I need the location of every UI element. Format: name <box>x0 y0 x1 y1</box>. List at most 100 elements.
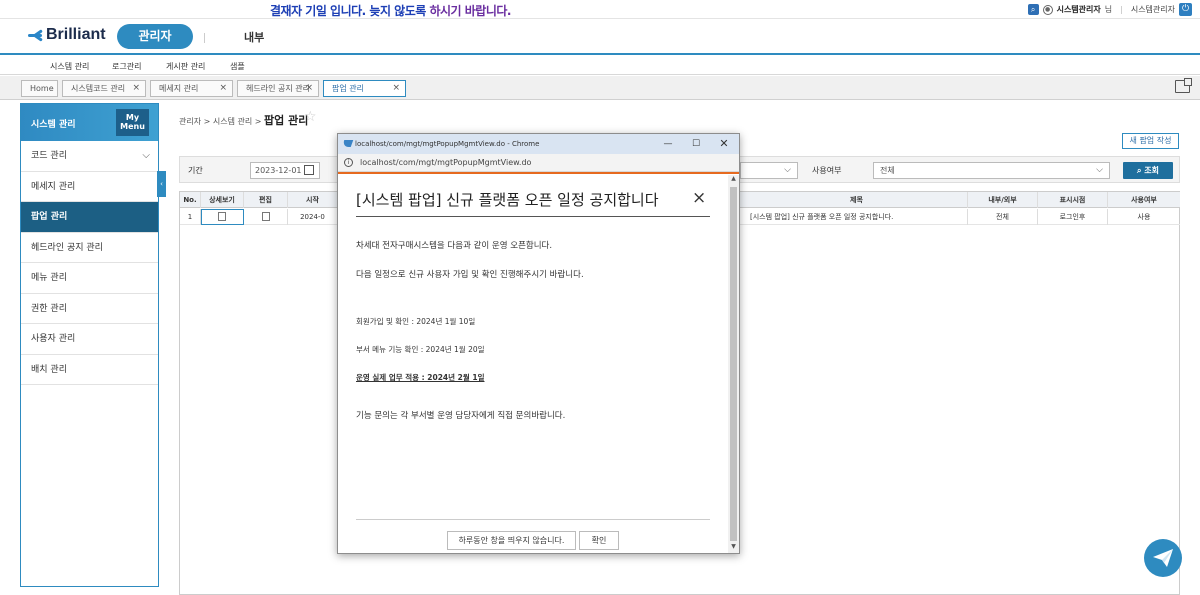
popup-line-3: 회원가입 및 확인 : 2024년 1월 10일 <box>356 317 476 326</box>
chevron-down-icon: ⌵ <box>142 150 150 161</box>
sidebar-item-popup[interactable]: 팝업 관리 <box>21 202 158 233</box>
gnb-tab-internal[interactable]: 내부 <box>244 29 264 45</box>
popup-content: [시스템 팝업] 신규 플랫폼 오픈 일정 공지합니다 × 차세대 전자구매시스… <box>338 175 729 553</box>
sidebar-collapse-handle[interactable]: ‹ <box>157 171 166 197</box>
sidebar-item-message[interactable]: 메세지 관리 <box>21 172 158 202</box>
calendar-icon[interactable] <box>304 165 314 175</box>
submenu-bar: 시스템 관리 로그관리 게시판 관리 샘플 <box>0 57 1200 75</box>
cell-title: [시스템 팝업] 신규 플랫폼 오픈 일정 공지합니다. <box>746 209 968 225</box>
sidebar-item-code[interactable]: 코드 관리 ⌵ <box>21 141 158 172</box>
tab-message[interactable]: 메세지 관리 × <box>150 80 233 97</box>
gnb-divider <box>204 33 205 43</box>
close-icon[interactable]: × <box>305 81 313 96</box>
tab-label: 헤드라인 공지 관리 <box>246 84 310 93</box>
submenu-sample[interactable]: 샘플 <box>230 61 245 72</box>
sidebar-item-auth[interactable]: 권한 관리 <box>21 294 158 324</box>
cell-timing: 로그인후 <box>1038 209 1108 225</box>
notice-part1: 결재자 기일 입니다. 늦지 않도록 <box>270 4 430 18</box>
my-menu-line1: My <box>125 113 140 122</box>
user-icon: ● <box>1042 4 1053 15</box>
confirm-button[interactable]: 확인 <box>579 531 619 550</box>
popup-line-1: 차세대 전자구매시스템을 다음과 같이 운영 오픈합니다. <box>356 241 553 251</box>
tab-label: 시스템코드 관리 <box>71 84 126 93</box>
logo-mark-icon <box>22 27 43 43</box>
cell-scope: 전체 <box>968 209 1038 225</box>
col-scope: 내부/외부 <box>968 192 1038 208</box>
popup-line-5: 운영 실제 업무 적용 : 2024년 2월 1일 <box>356 373 485 382</box>
my-menu-button[interactable]: My Menu <box>116 109 149 136</box>
window-close-icon[interactable]: ✕ <box>710 134 738 154</box>
scroll-up-icon[interactable]: ▲ <box>728 175 739 185</box>
use-select-value: 전체 <box>880 166 895 175</box>
scroll-thumb[interactable] <box>730 187 737 541</box>
search-button-label: 조회 <box>1144 166 1159 175</box>
sidebar-item-label: 메뉴 관리 <box>31 273 67 283</box>
sidebar-title: 시스템 관리 <box>31 120 76 130</box>
period-label: 기간 <box>188 166 203 175</box>
cell-use: 사용 <box>1137 213 1151 221</box>
tab-bar: Home 시스템코드 관리 × 메세지 관리 × 헤드라인 공지 관리 × 팝업 관리… <box>0 76 1200 100</box>
popup-heading: [시스템 팝업] 신규 플랫폼 오픈 일정 공지합니다 <box>356 189 710 217</box>
col-detail: 상세보기 <box>201 192 244 208</box>
sidebar: 시스템 관리 My Menu 코드 관리 ⌵ 메세지 관리 팝업 관리 헤드라인 … <box>20 103 159 587</box>
popup-scrollbar[interactable]: ▲ ▼ <box>728 175 739 553</box>
view-detail-button[interactable] <box>201 209 244 225</box>
logo-text: Brilliant <box>46 26 106 43</box>
top-notice-bar: 결재자 기일 입니다. 늦지 않도록 하시기 바랍니다. ⌕ ● 시스템관리자 … <box>0 0 1200 19</box>
scroll-down-icon[interactable]: ▼ <box>728 543 739 553</box>
breadcrumb: 관리자 > 시스템 관리 > 팝업 관리 <box>179 112 308 128</box>
logout-icon[interactable]: ⏻ <box>1179 3 1192 16</box>
sidebar-item-label: 헤드라인 공지 관리 <box>31 242 103 253</box>
popup-line-6: 기능 문의는 각 부서별 운영 담당자에게 직접 문의바랍니다. <box>356 411 566 421</box>
info-icon[interactable]: i <box>344 158 353 167</box>
popup-url-bar[interactable]: i localhost/com/mgt/mgtPopupMgmtView.do <box>338 154 739 172</box>
window-layout-icon[interactable] <box>1175 78 1192 93</box>
favorite-star-icon[interactable]: ☆ <box>304 109 317 125</box>
chevron-down-icon: ⌵ <box>784 165 791 175</box>
tab-headline[interactable]: 헤드라인 공지 관리 × <box>237 80 319 97</box>
sidebar-item-user[interactable]: 사용자 관리 <box>21 324 158 355</box>
tab-home[interactable]: Home <box>21 80 58 97</box>
popup-titlebar[interactable]: localhost/com/mgt/mgtPopupMgmtView.do - … <box>338 134 739 154</box>
sidebar-item-label: 사용자 관리 <box>31 334 76 344</box>
sidebar-item-headline[interactable]: 헤드라인 공지 관리 <box>21 233 158 263</box>
search-icon[interactable]: ⌕ <box>1027 4 1039 15</box>
popup-url: localhost/com/mgt/mgtPopupMgmtView.do <box>360 158 532 167</box>
user-role: 시스템관리자 <box>1130 5 1175 14</box>
submenu-board[interactable]: 게시판 관리 <box>166 61 205 72</box>
sidebar-item-label: 메세지 관리 <box>31 181 76 192</box>
popup-accent-line <box>338 172 739 174</box>
close-icon[interactable]: × <box>132 81 140 96</box>
popup-window: localhost/com/mgt/mgtPopupMgmtView.do - … <box>337 133 740 554</box>
tab-syscode[interactable]: 시스템코드 관리 × <box>62 80 146 97</box>
sidebar-item-label: 권한 관리 <box>31 303 67 314</box>
col-timing: 표시시점 <box>1038 192 1108 208</box>
submenu-system[interactable]: 시스템 관리 <box>50 61 89 72</box>
use-select[interactable]: 전체 ⌵ <box>873 162 1110 179</box>
popup-line-4: 부서 메뉴 기능 확인 : 2024년 1월 20일 <box>356 345 485 354</box>
close-icon[interactable]: × <box>392 81 400 96</box>
col-no: No. <box>180 192 201 208</box>
close-icon[interactable]: × <box>692 188 706 208</box>
document-icon <box>261 212 270 221</box>
sidebar-item-batch[interactable]: 배치 관리 <box>21 355 158 385</box>
user-area: ⌕ ● 시스템관리자 님 | 시스템관리자 ⏻ <box>1027 3 1192 16</box>
edit-button[interactable] <box>244 209 288 225</box>
logo[interactable]: Brilliant <box>22 26 106 44</box>
tab-label: Home <box>30 84 54 93</box>
minimize-icon[interactable]: — <box>654 134 682 154</box>
popup-line-2: 다음 일정으로 신규 사용자 가입 및 확인 진행해주시기 바랍니다. <box>356 270 584 280</box>
send-fab-button[interactable] <box>1144 539 1182 577</box>
tab-popup[interactable]: 팝업 관리 × <box>323 80 406 97</box>
close-icon[interactable]: × <box>219 81 227 96</box>
hide-today-button[interactable]: 하루동안 창을 띄우지 않습니다. <box>447 531 576 550</box>
my-menu-line2: Menu <box>120 122 145 131</box>
maximize-icon[interactable]: ☐ <box>682 134 710 154</box>
filter-select[interactable]: ⌵ <box>740 162 798 179</box>
new-popup-button[interactable]: 새 팝업 작성 <box>1122 133 1179 149</box>
search-button[interactable]: ⌕ 조회 <box>1123 162 1173 179</box>
gnb-tab-admin[interactable]: 관리자 <box>117 24 193 49</box>
submenu-log[interactable]: 로그관리 <box>112 61 141 72</box>
popup-window-title: localhost/com/mgt/mgtPopupMgmtView.do - … <box>355 140 540 148</box>
sidebar-item-menu[interactable]: 메뉴 관리 <box>21 263 158 294</box>
